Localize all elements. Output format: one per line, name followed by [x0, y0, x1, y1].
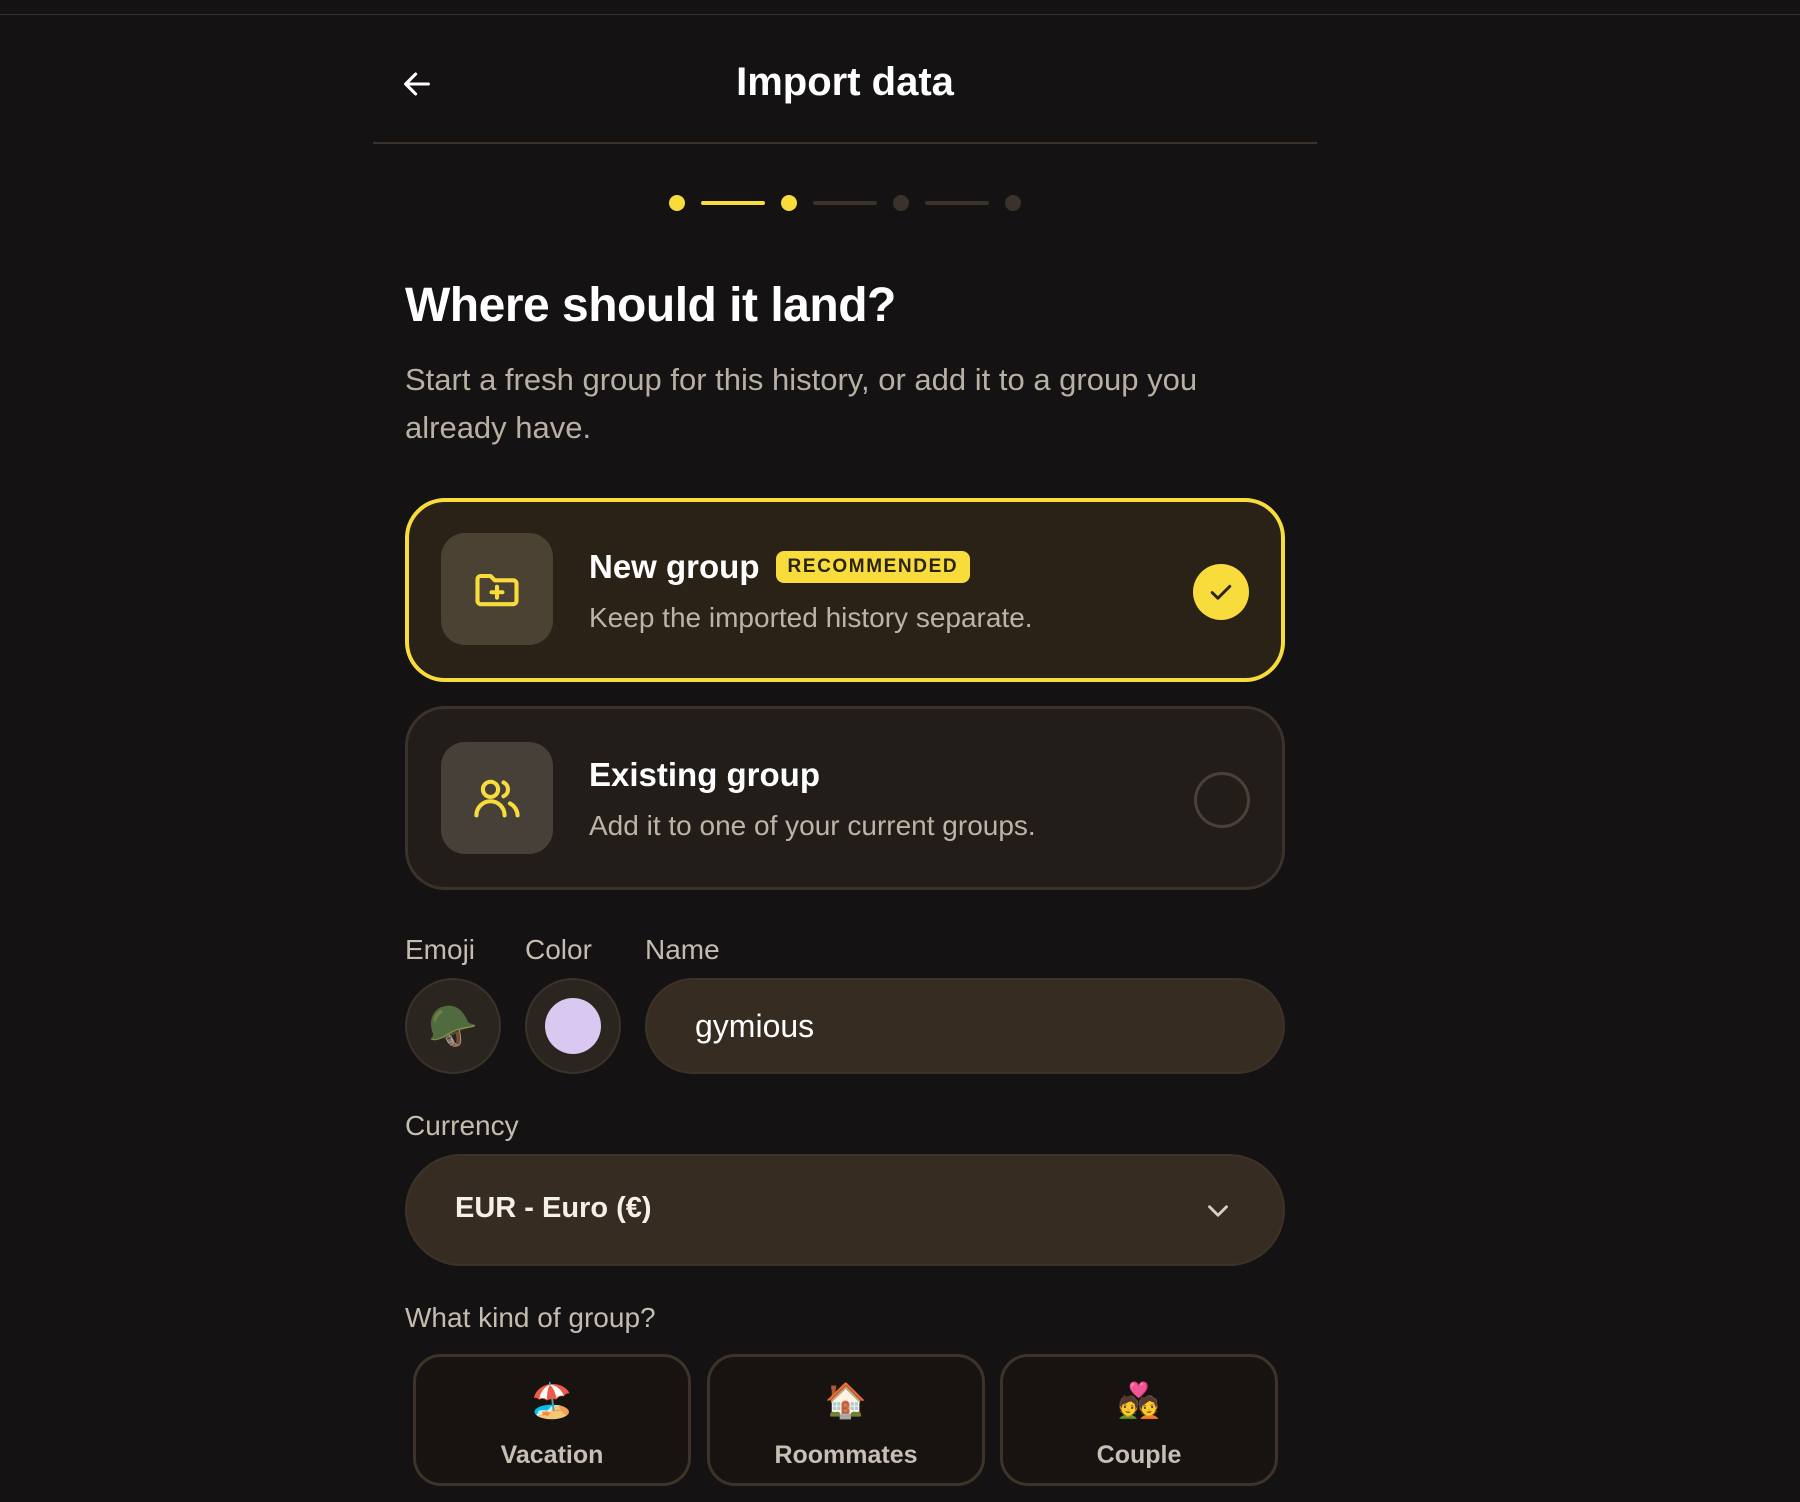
new-group-option[interactable]: New group RECOMMENDED Keep the imported …: [405, 498, 1285, 682]
kind-tile-label: Couple: [1096, 1441, 1182, 1469]
currency-select[interactable]: EUR - Euro (€): [405, 1154, 1285, 1266]
currency-value: EUR - Euro (€): [455, 1192, 652, 1224]
folder-plus-icon: [475, 573, 519, 607]
kind-tile-label: Vacation: [500, 1441, 604, 1469]
existing-group-option[interactable]: Existing group Add it to one of your cur…: [405, 706, 1285, 890]
house-emoji-icon: 🏠: [824, 1382, 868, 1420]
kind-tile-roommates[interactable]: 🏠 Roommates: [707, 1354, 985, 1486]
existing-group-title: Existing group: [589, 756, 820, 793]
new-group-description: Keep the imported history separate.: [589, 602, 1033, 633]
check-icon: [1210, 584, 1232, 600]
existing-group-icon-tile: [441, 742, 553, 854]
chevron-down-icon: [1208, 1205, 1228, 1217]
step-dot-4: [1005, 195, 1021, 211]
import-panel: Import data Where should it land? Start …: [373, 0, 1317, 1502]
header: Import data: [373, 40, 1317, 144]
group-name-input[interactable]: [645, 978, 1285, 1074]
emoji-label: Emoji: [405, 934, 476, 965]
existing-group-radio[interactable]: [1194, 772, 1250, 828]
users-icon: [474, 779, 520, 818]
section-subheading: Start a fresh group for this history, or…: [405, 362, 1198, 445]
step-progress: [669, 192, 1021, 212]
emoji-picker-button[interactable]: 🪖: [405, 978, 501, 1074]
couple-emoji-icon: 💑: [1117, 1382, 1161, 1420]
currency-label: Currency: [405, 1110, 519, 1141]
step-connector-1: [701, 201, 765, 205]
new-group-title-row: New group RECOMMENDED: [589, 548, 971, 586]
page-title: Import data: [736, 60, 954, 104]
step-connector-2: [813, 201, 877, 205]
new-group-icon-tile: [441, 533, 553, 645]
step-dot-1: [669, 195, 685, 211]
kind-tile-vacation[interactable]: 🏖️ Vacation: [413, 1354, 691, 1486]
new-group-title: New group: [589, 548, 760, 585]
recommended-badge: RECOMMENDED: [775, 551, 971, 583]
selected-check: [1193, 564, 1249, 620]
section-heading: Where should it land?: [405, 279, 896, 332]
group-kind-label: What kind of group?: [405, 1302, 656, 1333]
emoji-value: 🪖: [428, 1004, 478, 1049]
color-swatch: [545, 998, 601, 1054]
vacation-emoji-icon: 🏖️: [530, 1382, 574, 1420]
existing-group-description: Add it to one of your current groups.: [589, 810, 1036, 841]
name-label: Name: [645, 934, 720, 965]
step-dot-2: [781, 195, 797, 211]
kind-tile-couple[interactable]: 💑 Couple: [1000, 1354, 1278, 1486]
color-picker-button[interactable]: [525, 978, 621, 1074]
step-dot-3: [893, 195, 909, 211]
color-label: Color: [525, 934, 592, 965]
step-connector-3: [925, 201, 989, 205]
kind-tile-label: Roommates: [774, 1441, 918, 1469]
